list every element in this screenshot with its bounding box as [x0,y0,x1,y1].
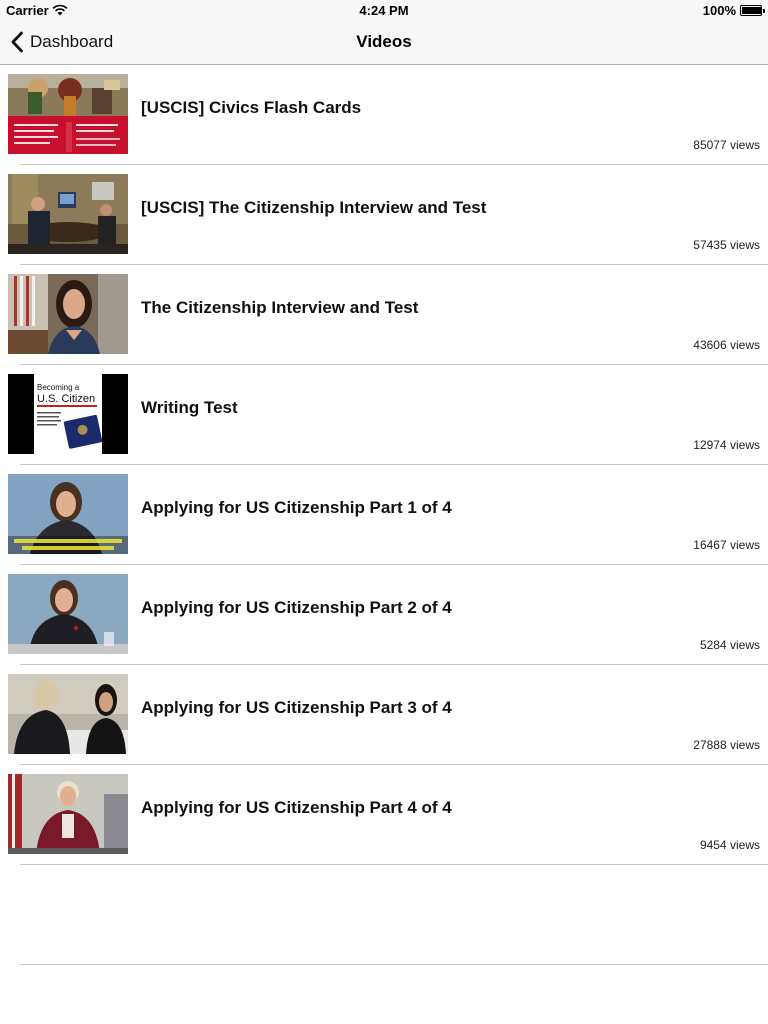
empty-row [0,865,768,965]
interview-part3-thumbnail [8,674,128,754]
video-title: Applying for US Citizenship Part 1 of 4 [141,498,452,517]
attorney-part2-thumbnail [8,574,128,654]
video-list: [USCIS] Civics Flash Cards 85077 views [… [0,65,768,965]
row-divider [20,964,768,965]
video-row[interactable]: Becoming a U.S. Citizen Writing Test 129… [0,365,768,465]
woman-speaker-thumbnail [8,274,128,354]
video-title: The Citizenship Interview and Test [141,298,419,317]
attorney-part1-thumbnail [8,474,128,554]
video-row[interactable]: [USCIS] Civics Flash Cards 85077 views [0,65,768,165]
office-interview-thumbnail [8,174,128,254]
video-row[interactable]: Applying for US Citizenship Part 1 of 4 … [0,465,768,565]
officer-part4-thumbnail [8,774,128,854]
clock: 4:24 PM [359,3,409,18]
becoming-a-us-citizen-book-thumbnail: Becoming a U.S. Citizen [8,374,128,454]
video-title: Writing Test [141,398,238,417]
video-title: [USCIS] The Citizenship Interview and Te… [141,198,487,217]
book-title-line2: U.S. Citizen [37,393,95,405]
view-count: 16467 views [693,538,760,552]
video-row[interactable]: The Citizenship Interview and Test 43606… [0,265,768,365]
view-count: 57435 views [693,238,760,252]
video-title: Applying for US Citizenship Part 2 of 4 [141,598,452,617]
view-count: 27888 views [693,738,760,752]
video-row[interactable]: [USCIS] The Citizenship Interview and Te… [0,165,768,265]
navigation-bar: Dashboard Videos [0,20,768,65]
view-count: 9454 views [699,838,760,852]
video-title: [USCIS] Civics Flash Cards [141,98,362,117]
status-bar: Carrier 4:24 PM 100% [0,0,768,20]
page-title: Videos [356,32,412,51]
battery-percent: 100% [702,3,736,18]
battery-icon [740,5,765,16]
view-count: 12974 views [693,438,760,452]
view-count: 5284 views [699,638,760,652]
book-title-line1: Becoming a [37,383,80,392]
civics-flash-cards-thumbnail [8,74,128,154]
battery-fill [742,7,761,14]
view-count: 43606 views [693,338,760,352]
video-title: Applying for US Citizenship Part 3 of 4 [141,698,452,717]
video-row[interactable]: Applying for US Citizenship Part 3 of 4 … [0,665,768,765]
video-row[interactable]: Applying for US Citizenship Part 2 of 4 … [0,565,768,665]
video-row[interactable]: Applying for US Citizenship Part 4 of 4 … [0,765,768,865]
view-count: 85077 views [693,138,760,152]
video-title: Applying for US Citizenship Part 4 of 4 [141,798,452,817]
